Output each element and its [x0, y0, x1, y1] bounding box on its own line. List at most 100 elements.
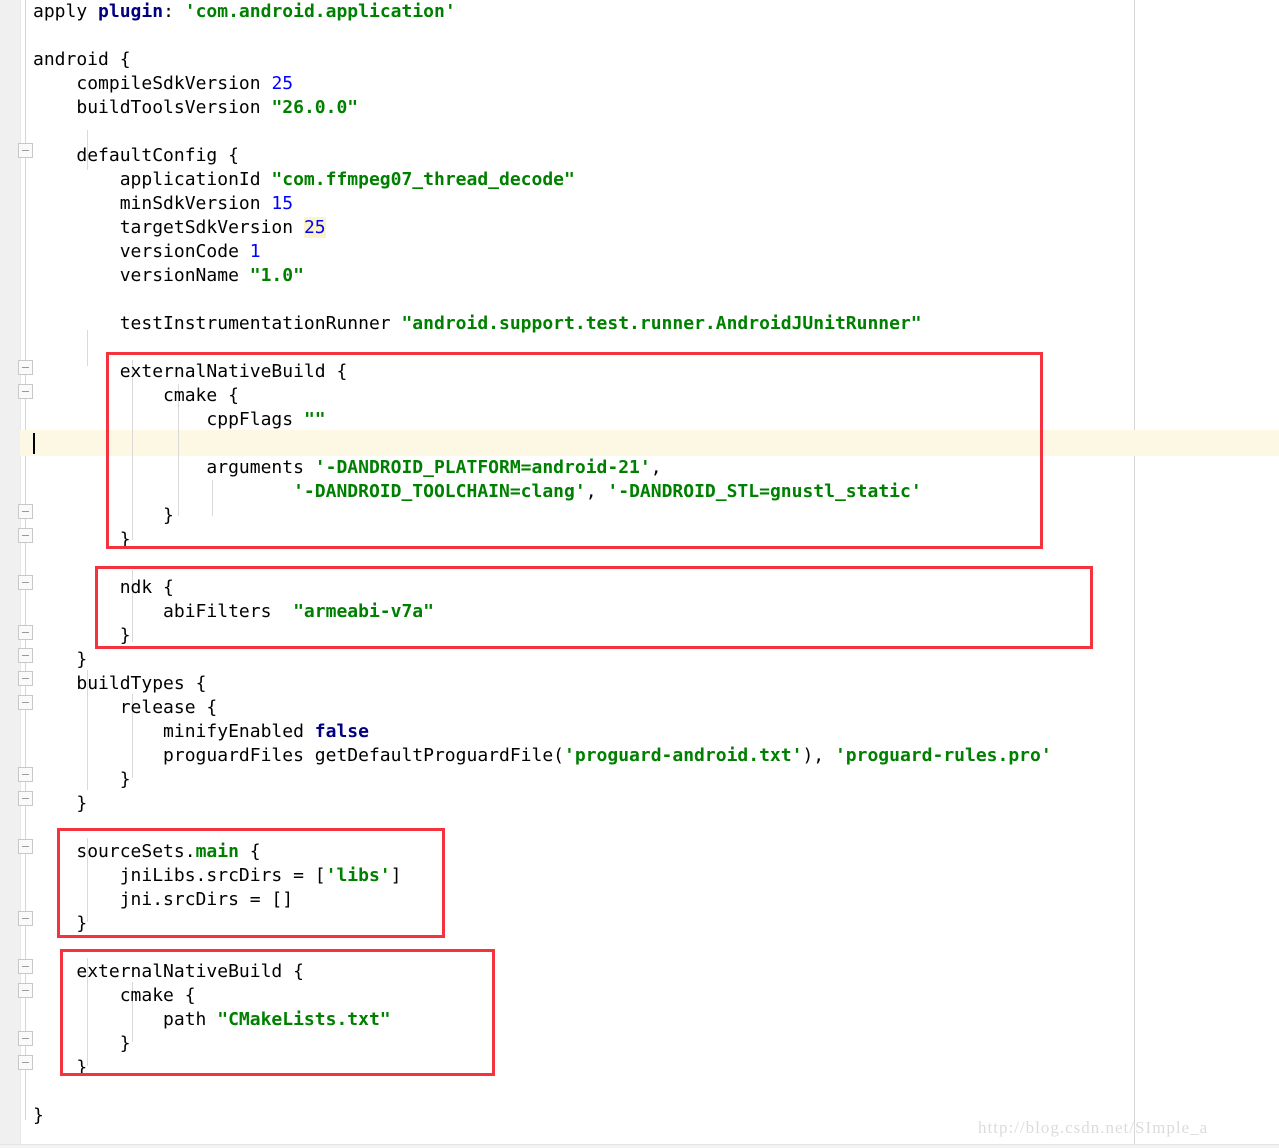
code-line[interactable]: testInstrumentationRunner "android.suppo…	[33, 312, 1273, 336]
code-token: 1	[249, 241, 261, 262]
code-line[interactable]: '-DANDROID_TOOLCHAIN=clang', '-DANDROID_…	[33, 480, 1273, 504]
code-token: "armeabi-v7a"	[293, 601, 434, 622]
fold-toggle-icon[interactable]	[18, 360, 33, 375]
code-line[interactable]: }	[33, 792, 1273, 816]
code-line[interactable]: }	[33, 528, 1273, 552]
code-line[interactable]: arguments '-DANDROID_PLATFORM=android-21…	[33, 456, 1273, 480]
fold-toggle-icon[interactable]	[18, 625, 33, 640]
code-line[interactable]: minSdkVersion 15	[33, 192, 1273, 216]
fold-toggle-icon[interactable]	[18, 791, 33, 806]
code-token: applicationId	[119, 169, 272, 190]
code-line[interactable]: ​	[33, 552, 1273, 576]
code-token: plugin	[98, 1, 164, 22]
code-token: "1.0"	[249, 265, 304, 286]
code-line[interactable]: }	[33, 1056, 1273, 1080]
code-token: }	[163, 505, 174, 526]
code-line[interactable]: cmake {	[33, 984, 1273, 1008]
code-token: 15	[271, 193, 294, 214]
code-line[interactable]: externalNativeBuild {	[33, 960, 1273, 984]
code-token: }	[119, 529, 131, 550]
code-line[interactable]: }	[33, 648, 1273, 672]
code-line[interactable]: ​	[33, 936, 1273, 960]
code-line[interactable]: ​	[33, 24, 1273, 48]
code-line[interactable]: applicationId "com.ffmpeg07_thread_decod…	[33, 168, 1273, 192]
code-line[interactable]: minifyEnabled false	[33, 720, 1273, 744]
code-token: buildToolsVersion	[76, 97, 272, 118]
code-token: versionCode	[119, 241, 250, 262]
code-line[interactable]: release {	[33, 696, 1273, 720]
code-line[interactable]: }	[33, 624, 1273, 648]
code-token: {	[238, 841, 261, 862]
code-token: 'proguard-android.txt'	[564, 745, 803, 766]
code-line[interactable]: targetSdkVersion 25	[33, 216, 1273, 240]
code-line[interactable]: }	[33, 1032, 1273, 1056]
code-token: defaultConfig {	[76, 145, 239, 166]
code-token: }	[76, 793, 88, 814]
code-line[interactable]: jniLibs.srcDirs = ['libs']	[33, 864, 1273, 888]
code-token: path	[163, 1009, 218, 1030]
code-editor[interactable]: apply plugin: 'com.android.application'​…	[0, 0, 1279, 1148]
code-line[interactable]: buildTypes {	[33, 672, 1273, 696]
code-line[interactable]: ​	[33, 1080, 1273, 1104]
code-line[interactable]: apply plugin: 'com.android.application'	[33, 0, 1273, 24]
editor-gutter[interactable]	[0, 0, 21, 1148]
code-line[interactable]: }	[33, 504, 1273, 528]
code-line[interactable]: sourceSets.main {	[33, 840, 1273, 864]
fold-toggle-icon[interactable]	[18, 839, 33, 854]
code-line[interactable]: ndk {	[33, 576, 1273, 600]
fold-toggle-icon[interactable]	[18, 504, 33, 519]
fold-toggle-icon[interactable]	[18, 143, 33, 158]
code-line[interactable]: cppFlags ""	[33, 408, 1273, 432]
code-token: jniLibs.srcDirs = [	[119, 865, 326, 886]
fold-toggle-icon[interactable]	[18, 983, 33, 998]
code-line[interactable]: }	[33, 912, 1273, 936]
code-token: externalNativeBuild {	[76, 961, 304, 982]
code-token: minifyEnabled	[163, 721, 315, 742]
fold-toggle-icon[interactable]	[18, 648, 33, 663]
fold-toggle-icon[interactable]	[18, 528, 33, 543]
fold-toggle-icon[interactable]	[18, 959, 33, 974]
code-line[interactable]: ​	[33, 288, 1273, 312]
fold-toggle-icon[interactable]	[18, 671, 33, 686]
code-token: cmake {	[119, 985, 196, 1006]
code-token: 'libs'	[325, 865, 391, 886]
code-line[interactable]: abiFilters "armeabi-v7a"	[33, 600, 1273, 624]
code-token: }	[119, 769, 131, 790]
code-line[interactable]: ​	[33, 120, 1273, 144]
code-line[interactable]: buildToolsVersion "26.0.0"	[33, 96, 1273, 120]
code-line[interactable]: ​	[33, 432, 1273, 456]
code-line[interactable]: android {	[33, 48, 1273, 72]
fold-toggle-icon[interactable]	[18, 1055, 33, 1070]
code-line[interactable]: proguardFiles getDefaultProguardFile('pr…	[33, 744, 1273, 768]
code-line[interactable]: path "CMakeLists.txt"	[33, 1008, 1273, 1032]
code-line[interactable]: versionName "1.0"	[33, 264, 1273, 288]
code-content[interactable]: apply plugin: 'com.android.application'​…	[33, 0, 1273, 1128]
code-token: buildTypes {	[76, 673, 207, 694]
fold-toggle-icon[interactable]	[18, 767, 33, 782]
watermark-text: http://blog.csdn.net/SImple_a	[978, 1118, 1209, 1137]
code-token: externalNativeBuild {	[119, 361, 348, 382]
fold-toggle-icon[interactable]	[18, 911, 33, 926]
code-token: "android.support.test.runner.AndroidJUni…	[401, 313, 922, 334]
code-token: release {	[119, 697, 218, 718]
code-token: ,	[650, 457, 662, 478]
code-token: cppFlags	[206, 409, 304, 430]
code-token: 25	[271, 73, 294, 94]
code-line[interactable]: cmake {	[33, 384, 1273, 408]
code-token: false	[314, 721, 369, 742]
code-token: sourceSets.	[76, 841, 196, 862]
code-token: abiFilters	[163, 601, 294, 622]
code-line[interactable]: jni.srcDirs = []	[33, 888, 1273, 912]
code-line[interactable]: ​	[33, 816, 1273, 840]
code-line[interactable]: }	[33, 768, 1273, 792]
code-line[interactable]: compileSdkVersion 25	[33, 72, 1273, 96]
fold-toggle-icon[interactable]	[18, 384, 33, 399]
fold-toggle-icon[interactable]	[18, 1031, 33, 1046]
code-line[interactable]: defaultConfig {	[33, 144, 1273, 168]
code-line[interactable]: externalNativeBuild {	[33, 360, 1273, 384]
fold-toggle-icon[interactable]	[18, 695, 33, 710]
fold-toggle-icon[interactable]	[18, 575, 33, 590]
code-line[interactable]: versionCode 1	[33, 240, 1273, 264]
code-line[interactable]: ​	[33, 336, 1273, 360]
code-token: }	[76, 913, 88, 934]
